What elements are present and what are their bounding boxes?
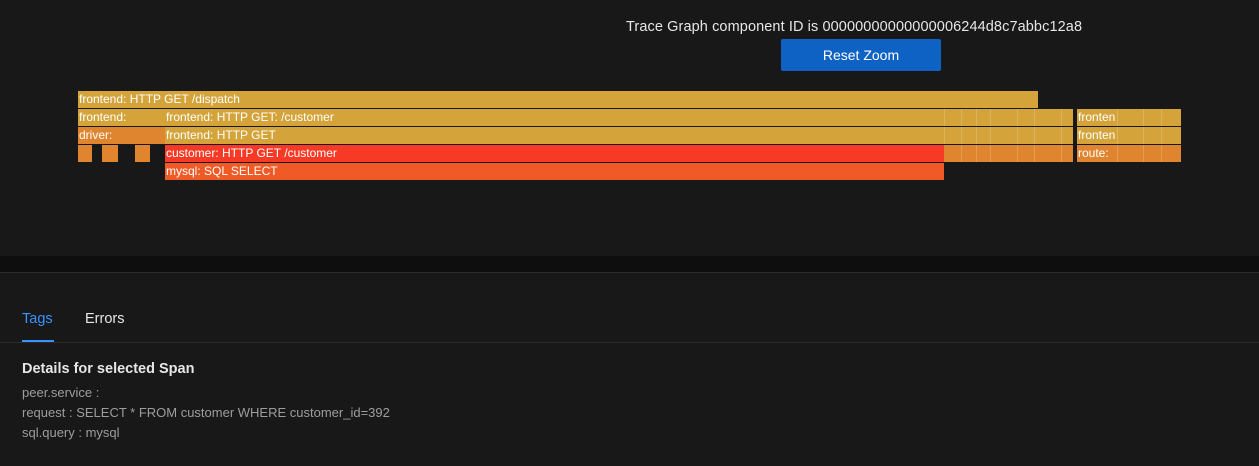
flame-graph: frontend: HTTP GET /dispatch frontend: f… [0,0,1259,256]
span-divider [961,109,962,126]
span-divider [1034,109,1035,126]
span-small-block[interactable] [135,145,150,162]
span-small-block[interactable] [78,145,92,162]
span-divider [944,127,945,144]
trace-viewer: Trace Graph component ID is 000000000000… [0,0,1259,466]
span-divider [1061,127,1062,144]
span-divider [1061,145,1062,162]
panel-splitter[interactable] [0,256,1259,272]
span-divider [1161,145,1162,162]
tab-tags[interactable]: Tags [22,311,54,342]
span-driver[interactable]: driver: [78,127,165,144]
span-divider [976,127,977,144]
span-divider [1143,109,1144,126]
span-divider [976,145,977,162]
span-divider [944,109,945,126]
span-divider [1017,145,1018,162]
span-divider [961,127,962,144]
details-heading: Details for selected Span [22,361,195,377]
span-divider [990,145,991,162]
span-divider [990,109,991,126]
span-details-panel: Tags Errors Details for selected Span pe… [0,273,1259,466]
span-frontend-dispatch[interactable]: frontend: HTTP GET /dispatch [78,91,1038,108]
span-customer-get[interactable]: customer: HTTP GET /customer [165,145,944,162]
span-divider [961,145,962,162]
details-tabs: Tags Errors [0,273,1259,343]
span-frontend-right-2[interactable]: fronten [1077,127,1181,144]
span-divider [1017,127,1018,144]
span-frontend-get-customer[interactable]: frontend: HTTP GET: /customer [165,109,1073,126]
span-divider [1143,145,1144,162]
span-mysql-select[interactable]: mysql: SQL SELECT [165,163,944,180]
span-divider [1017,109,1018,126]
span-divider [1117,127,1118,144]
span-small-block[interactable] [102,145,118,162]
detail-row-sql-query: sql.query : mysql [22,425,120,440]
span-divider [1161,109,1162,126]
span-frontend-short[interactable]: frontend: [78,109,165,126]
span-frontend-right-1[interactable]: fronten [1077,109,1181,126]
span-frontend-get[interactable]: frontend: HTTP GET [165,127,1073,144]
detail-row-request: request : SELECT * FROM customer WHERE c… [22,405,390,420]
span-orange-block[interactable] [944,145,1073,162]
span-divider [976,109,977,126]
span-divider [1161,127,1162,144]
span-divider [1034,127,1035,144]
detail-row-peer-service: peer.service : [22,385,100,400]
span-divider [1034,145,1035,162]
span-divider [1061,109,1062,126]
span-divider [1117,145,1118,162]
span-divider [1117,109,1118,126]
span-divider [1143,127,1144,144]
span-route[interactable]: route: [1077,145,1181,162]
trace-graph-panel: Trace Graph component ID is 000000000000… [0,0,1259,256]
tab-errors[interactable]: Errors [85,311,124,342]
span-divider [990,127,991,144]
